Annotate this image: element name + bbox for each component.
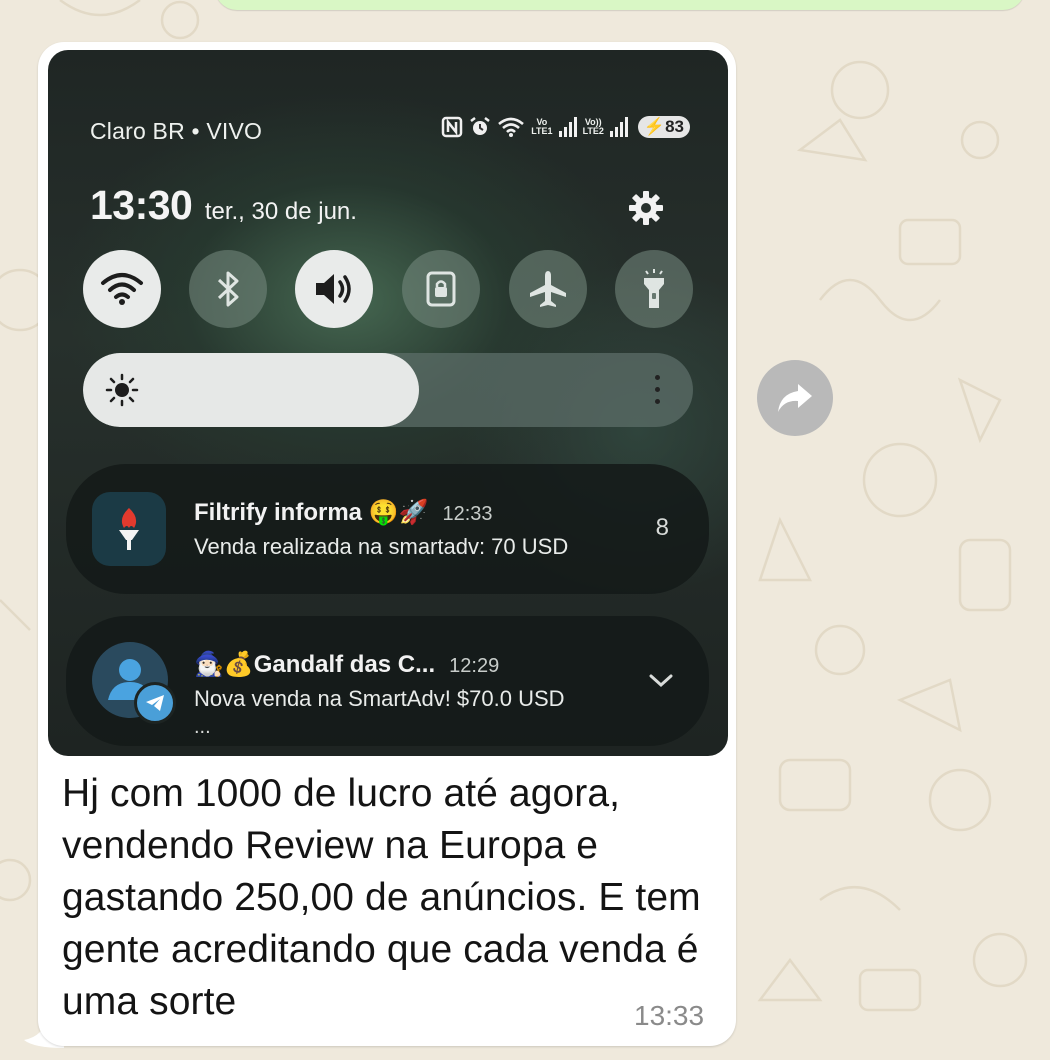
volume-icon	[316, 274, 351, 304]
qs-wifi-toggle[interactable]	[83, 250, 161, 328]
clock-date-row: 13:30 ter., 30 de jun.	[90, 182, 357, 229]
sim2-volte-label: Vo)) LTE2	[582, 117, 604, 136]
notification-time: 12:33	[442, 503, 493, 525]
attached-screenshot[interactable]: Claro BR • VIVO Vo LTE1 Vo)) LTE2 ⚡83 13…	[48, 50, 728, 756]
flashlight-icon	[644, 269, 664, 308]
status-bar: Claro BR • VIVO Vo LTE1 Vo)) LTE2 ⚡83	[90, 116, 690, 148]
qs-flashlight-toggle[interactable]	[615, 250, 693, 328]
notification-body: Nova venda na SmartAdv! $70.0 USD	[194, 686, 565, 711]
more-options-icon[interactable]	[655, 375, 661, 405]
lock-icon	[426, 271, 456, 307]
qs-sound-toggle[interactable]	[295, 250, 373, 328]
date: ter., 30 de jun.	[204, 198, 357, 225]
wifi-icon	[101, 273, 143, 305]
bluetooth-icon	[217, 271, 239, 307]
previous-message-bubble	[215, 0, 1025, 10]
gear-icon[interactable]	[626, 188, 666, 228]
message-text: Hj com 1000 de lucro até agora, vendendo…	[62, 772, 701, 1023]
forward-button[interactable]	[757, 360, 833, 436]
telegram-icon	[134, 682, 176, 724]
forward-icon	[778, 384, 812, 412]
notification-gandalf[interactable]: 🧙🏻‍♂️💰Gandalf das C... 12:29 Nova venda n…	[66, 616, 709, 746]
qs-rotation-lock-toggle[interactable]	[402, 250, 480, 328]
message-timestamp: 13:33	[634, 1000, 705, 1031]
battery-level: 83	[665, 117, 684, 136]
carrier-name: Claro BR • VIVO	[90, 118, 263, 144]
quick-settings	[83, 250, 693, 328]
torch-icon	[119, 508, 139, 550]
status-icons: Vo LTE1 Vo)) LTE2 ⚡83	[441, 116, 690, 138]
clock: 13:30	[90, 182, 193, 228]
brightness-slider[interactable]	[83, 353, 693, 427]
battery-icon: ⚡83	[637, 116, 690, 138]
notification-body: Venda realizada na smartadv: 70 USD	[194, 534, 569, 559]
notification-count: 8	[655, 514, 669, 541]
signal-icon	[558, 117, 577, 137]
chevron-down-icon[interactable]	[649, 674, 673, 688]
notification-title: Filtrify informa 🤑🚀 12:33	[194, 499, 493, 526]
sim1-volte-label: Vo LTE1	[531, 117, 553, 136]
alarm-icon	[470, 117, 490, 135]
app-icon	[92, 492, 166, 566]
qs-bluetooth-toggle[interactable]	[189, 250, 267, 328]
sun-icon	[105, 373, 139, 407]
notification-more: ...	[194, 716, 211, 738]
signal-icon	[609, 117, 628, 137]
notification-filtrify[interactable]: Filtrify informa 🤑🚀 12:33 Venda realizada…	[66, 464, 709, 594]
notification-title: 🧙🏻‍♂️💰Gandalf das C... 12:29	[194, 651, 500, 678]
airplane-icon	[530, 271, 566, 307]
notification-time: 12:29	[449, 655, 500, 677]
qs-airplane-toggle[interactable]	[509, 250, 587, 328]
nfc-icon	[441, 116, 463, 138]
wifi-icon	[498, 117, 525, 137]
